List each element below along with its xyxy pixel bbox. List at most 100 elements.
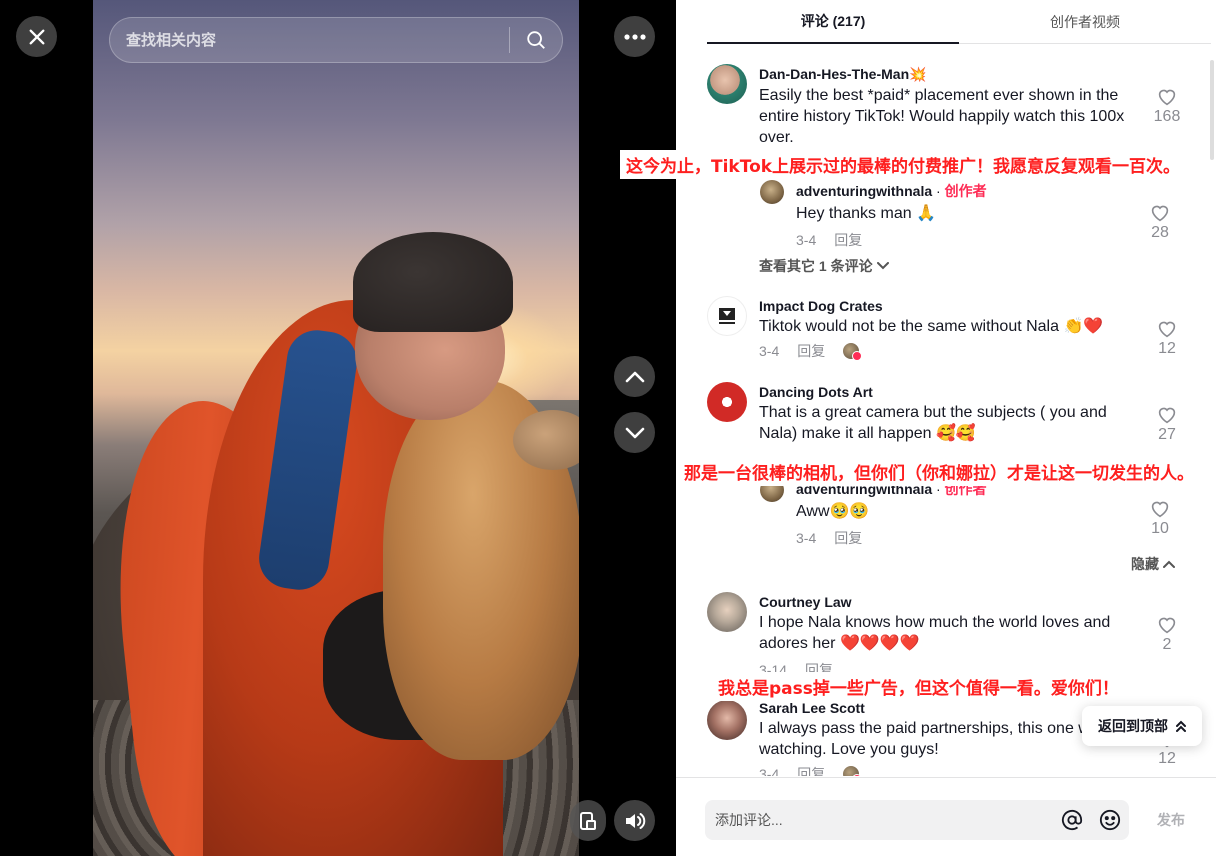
heart-icon — [1151, 501, 1169, 518]
mini-player-button[interactable] — [570, 800, 606, 841]
comment-username[interactable]: adventuringwithnala — [796, 183, 932, 199]
comment-meta: 3-4 回复 — [796, 230, 1130, 250]
emoji-button[interactable] — [1091, 800, 1129, 840]
volume-icon — [625, 812, 645, 829]
like-button[interactable]: 168 — [1147, 88, 1187, 126]
like-button[interactable]: 28 — [1140, 204, 1180, 242]
comment-item: Dan-Dan-Hes-The-Man💥 Easily the best *pa… — [707, 64, 1187, 154]
at-mention-icon — [1061, 809, 1083, 831]
mention-button[interactable] — [1053, 800, 1091, 840]
comment-text: I always pass the paid partnerships, thi… — [759, 720, 1118, 758]
like-button[interactable]: 2 — [1147, 616, 1187, 654]
comment-username[interactable]: Dancing Dots Art — [759, 384, 1127, 400]
more-dots-icon — [623, 33, 646, 40]
comment-username[interactable]: Dan-Dan-Hes-The-Man💥 — [759, 66, 1127, 83]
like-count: 12 — [1158, 750, 1176, 767]
avatar[interactable] — [707, 64, 747, 104]
tab-creator-videos[interactable]: 创作者视频 — [959, 0, 1211, 44]
like-count: 2 — [1162, 636, 1172, 653]
creator-liked-avatar — [843, 766, 863, 776]
previous-video-button[interactable] — [614, 356, 655, 397]
comment-text: I hope Nala knows how much the world lov… — [759, 614, 1111, 652]
view-more-replies-button[interactable]: 查看其它 1 条评论 — [759, 256, 889, 276]
avatar[interactable] — [707, 592, 747, 632]
creator-badge: 创作者 — [944, 183, 987, 199]
like-button[interactable]: 27 — [1147, 406, 1187, 444]
avatar[interactable] — [760, 180, 784, 204]
impact-logo-icon — [719, 308, 735, 324]
back-to-top-label: 返回到顶部 — [1098, 718, 1168, 734]
translation-overlay: 这今为止，TikTok上展示过的最棒的付费推广！我愿意反复观看一百次。 — [620, 150, 1187, 179]
comment-meta: 3-4 回复 — [759, 764, 1127, 776]
comment-text: Easily the best *paid* placement ever sh… — [759, 87, 1125, 146]
mini-player-icon — [580, 811, 596, 830]
comment-meta: 3-4 回复 — [759, 341, 1127, 361]
search-button[interactable] — [510, 18, 562, 62]
comment-text: Hey thanks man 🙏 — [796, 205, 936, 222]
avatar[interactable] — [707, 700, 747, 740]
comment-date: 3-4 — [759, 766, 780, 776]
heart-icon — [1158, 407, 1176, 424]
comment-date: 3-4 — [796, 232, 817, 248]
avatar[interactable] — [707, 382, 747, 422]
translation-overlay: 那是一台很棒的相机，但你们（你和娜拉）才是让这一切发生的人。 — [678, 457, 1200, 486]
comment-input[interactable] — [705, 812, 1053, 828]
like-count: 27 — [1158, 426, 1176, 443]
search-input[interactable] — [110, 18, 509, 62]
next-video-button[interactable] — [614, 412, 655, 453]
scrollbar[interactable] — [1210, 60, 1214, 160]
video-area — [0, 0, 676, 856]
person-cap — [353, 232, 513, 332]
close-button[interactable] — [16, 16, 57, 57]
reply-button[interactable]: 回复 — [797, 341, 825, 361]
comment-input-bar: 发布 — [676, 777, 1216, 856]
reply-button[interactable]: 回复 — [797, 764, 825, 776]
translation-overlay: 我总是pass掉一些广告，但这个值得一看。爱你们！ — [712, 672, 1125, 701]
heart-icon — [1151, 205, 1169, 222]
double-chevron-up-icon — [1176, 720, 1186, 732]
like-count: 28 — [1151, 224, 1169, 241]
hide-label: 隐藏 — [1131, 556, 1159, 572]
volume-button[interactable] — [614, 800, 655, 841]
comment-body: Impact Dog Crates Tiktok would not be th… — [759, 298, 1127, 361]
tab-comments[interactable]: 评论 (217) — [707, 0, 959, 44]
tiktok-video-page: 评论 (217) 创作者视频 Dan-Dan-Hes-The-Man💥 Easi… — [0, 0, 1216, 856]
reply-button[interactable]: 回复 — [834, 528, 862, 548]
comment-body: adventuringwithnala · 创作者 Aww🥹🥹 3-4 回复 — [796, 479, 1130, 548]
avatar[interactable] — [707, 296, 747, 336]
like-button[interactable]: 12 — [1147, 320, 1187, 358]
comment-date: 3-4 — [759, 343, 780, 359]
like-count: 10 — [1151, 520, 1169, 537]
comment-username[interactable]: Impact Dog Crates — [759, 298, 1127, 314]
chevron-down-icon — [625, 427, 644, 438]
heart-icon — [1158, 89, 1176, 106]
hide-replies-button[interactable]: 隐藏 — [1131, 554, 1175, 574]
comment-username-line: adventuringwithnala · 创作者 — [796, 181, 1130, 201]
reply-item: adventuringwithnala · 创作者 Aww🥹🥹 3-4 回复 1… — [760, 478, 1180, 546]
comment-item: Dancing Dots Art That is a great camera … — [707, 382, 1187, 452]
comment-username[interactable]: Sarah Lee Scott — [759, 700, 1127, 716]
comment-meta: 3-4 回复 — [796, 528, 1130, 548]
comment-date: 3-4 — [796, 530, 817, 546]
comment-input-wrapper — [705, 800, 1129, 840]
chevron-up-icon — [1163, 560, 1175, 568]
more-options-button[interactable] — [614, 16, 655, 57]
reply-button[interactable]: 回复 — [834, 230, 862, 250]
comment-body: Dan-Dan-Hes-The-Man💥 Easily the best *pa… — [759, 66, 1127, 148]
chevron-up-icon — [625, 371, 644, 382]
video-player[interactable] — [93, 0, 579, 856]
like-count: 168 — [1153, 108, 1181, 125]
comment-body: Sarah Lee Scott I always pass the paid p… — [759, 700, 1127, 776]
comment-text: That is a great camera but the subjects … — [759, 404, 1107, 442]
search-icon — [527, 31, 545, 49]
back-to-top-button[interactable]: 返回到顶部 — [1082, 706, 1202, 746]
post-button[interactable]: 发布 — [1146, 800, 1196, 840]
creator-liked-avatar — [843, 343, 863, 361]
heart-icon — [1158, 321, 1176, 338]
panel-tabs: 评论 (217) 创作者视频 — [707, 0, 1211, 44]
comment-body: adventuringwithnala · 创作者 Hey thanks man… — [796, 181, 1130, 250]
comment-item: Impact Dog Crates Tiktok would not be th… — [707, 296, 1187, 362]
comment-body: Courtney Law I hope Nala knows how much … — [759, 594, 1127, 680]
comment-username[interactable]: Courtney Law — [759, 594, 1127, 610]
like-button[interactable]: 10 — [1140, 500, 1180, 538]
